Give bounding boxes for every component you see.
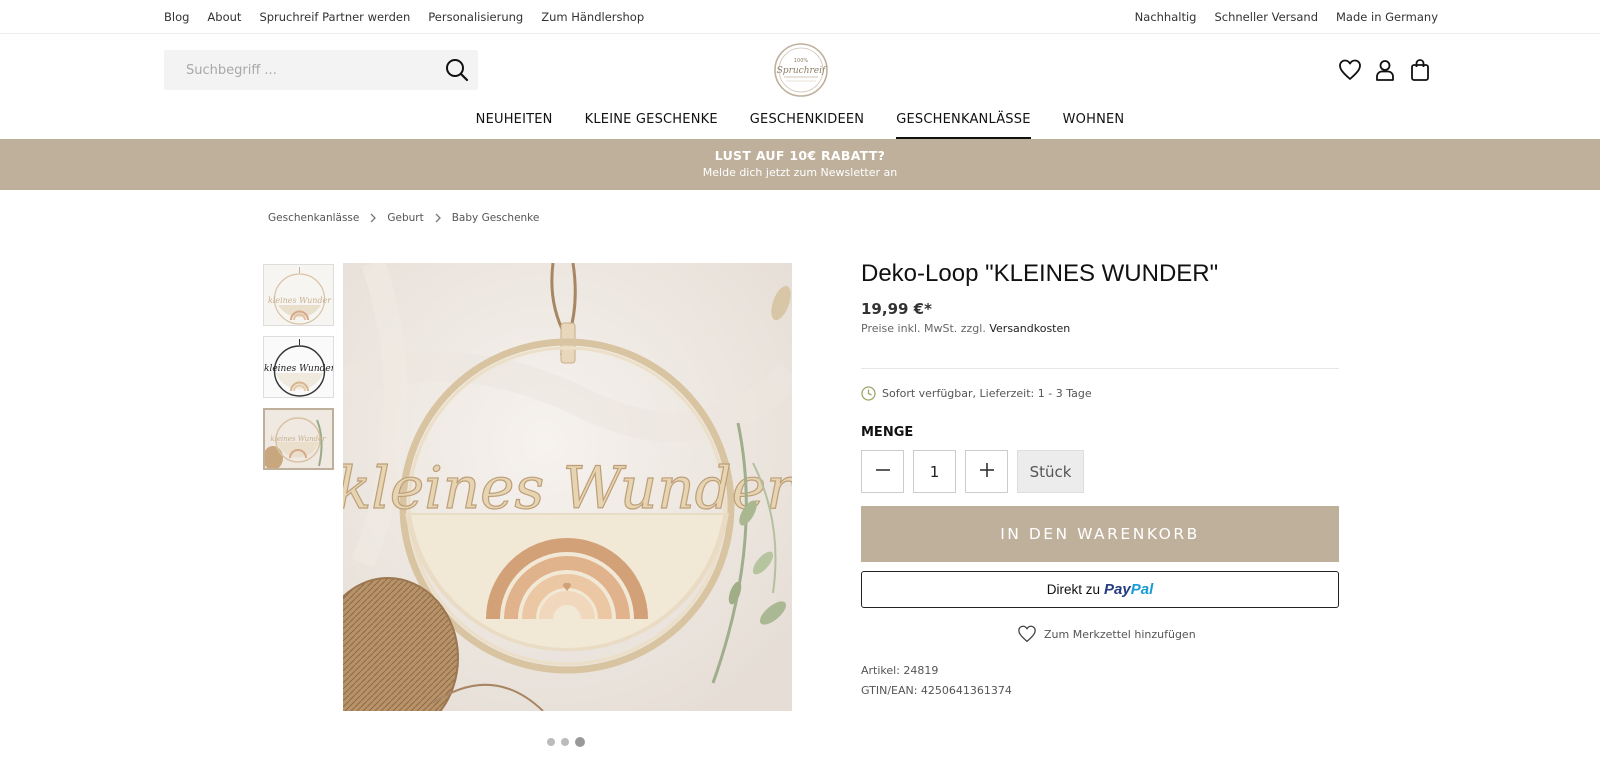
top-link-partner[interactable]: Spruchreif Partner werden [259,10,410,24]
quantity-increase-button[interactable] [965,450,1008,493]
top-link-versand[interactable]: Schneller Versand [1214,10,1318,24]
tax-note-text: Preise inkl. MwSt. zzgl. [861,322,986,335]
clock-icon [861,386,876,401]
top-links-right: Nachhaltig Schneller Versand Made in Ger… [1135,10,1438,24]
paypal-logo: PayPal [1104,581,1153,598]
top-link-blog[interactable]: Blog [164,10,189,24]
svg-text:kleines Wunder: kleines Wunder [268,296,332,305]
product-image-text: kleines Wunder [343,454,792,522]
nav-item-geschenkanlaesse[interactable]: GESCHENKANLÄSSE [896,112,1031,139]
logo-text-main: Spruchreif [777,66,827,76]
top-link-personalisierung[interactable]: Personalisierung [428,10,523,24]
newsletter-banner[interactable]: LUST AUF 10€ RABATT? Melde dich jetzt zu… [0,139,1600,190]
availability: Sofort verfügbar, Lieferzeit: 1 - 3 Tage [861,386,1092,401]
nav-item-kleine-geschenke[interactable]: KLEINE GESCHENKE [585,112,718,139]
top-link-haendlershop[interactable]: Zum Händlershop [541,10,644,24]
paypal-logo-pay: Pay [1104,581,1131,598]
gallery-dot-3[interactable] [575,737,585,747]
gtin-number: GTIN/EAN: 4250641361374 [861,684,1012,697]
gallery-thumbnail-3[interactable]: kleines Wunder [263,408,334,470]
header-icons [1338,58,1432,82]
gallery-dot-2[interactable] [561,738,569,746]
paypal-checkout-button[interactable]: Direkt zu PayPal [861,571,1339,608]
chevron-right-icon [434,213,442,223]
paypal-prefix: Direkt zu [1046,582,1101,597]
add-to-wishlist-link[interactable]: Zum Merkzettel hinzufügen [1017,625,1196,643]
availability-text: Sofort verfügbar, Lieferzeit: 1 - 3 Tage [882,387,1092,400]
minus-icon [875,462,891,482]
gallery-thumbnail-1[interactable]: kleines Wunder [263,264,334,326]
nav-item-geschenkideen[interactable]: GESCHENKIDEEN [750,112,864,139]
breadcrumb: Geschenkanlässe Geburt Baby Geschenke [268,212,539,224]
product-main-image[interactable]: kleines Wunder [343,263,792,711]
gallery-dot-1[interactable] [547,738,555,746]
nav-item-neuheiten[interactable]: NEUHEITEN [476,112,553,139]
main-navigation: NEUHEITEN KLEINE GESCHENKE GESCHENKIDEEN… [0,112,1600,140]
user-icon[interactable] [1373,58,1397,82]
quantity-unit: Stück [1017,450,1084,493]
quantity-label: MENGE [861,425,914,440]
svg-text:kleines Wunder: kleines Wunder [264,364,334,374]
product-price: 19,99 €* [861,300,932,318]
logo-text-top: 100% [794,58,809,64]
quantity-input[interactable] [913,450,956,493]
gallery-thumbnail-2[interactable]: kleines Wunder [263,336,334,398]
tax-note: Preise inkl. MwSt. zzgl. Versandkosten [861,322,1070,335]
plus-icon [979,462,995,482]
breadcrumb-item-baby-geschenke[interactable]: Baby Geschenke [452,212,540,224]
shipping-cost-link[interactable]: Versandkosten [989,322,1070,335]
search-input[interactable] [164,50,434,90]
top-link-made-in-germany[interactable]: Made in Germany [1336,10,1438,24]
site-logo[interactable]: 100% Spruchreif [772,42,830,98]
top-utility-bar: Blog About Spruchreif Partner werden Per… [0,0,1600,34]
breadcrumb-item-geschenkanlaesse[interactable]: Geschenkanlässe [268,212,359,224]
top-links-left: Blog About Spruchreif Partner werden Per… [164,10,644,24]
search-bar [164,50,478,90]
divider [861,368,1339,369]
search-icon[interactable] [444,57,470,83]
heart-icon [1017,625,1037,643]
top-link-nachhaltig[interactable]: Nachhaltig [1135,10,1197,24]
product-title: Deko-Loop "KLEINES WUNDER" [861,260,1219,287]
gallery-dots [547,737,585,747]
nav-item-wohnen[interactable]: WOHNEN [1063,112,1125,139]
wishlist-label: Zum Merkzettel hinzufügen [1044,627,1196,641]
chevron-right-icon [369,213,377,223]
banner-title: LUST AUF 10€ RABATT? [714,148,886,163]
breadcrumb-item-geburt[interactable]: Geburt [387,212,423,224]
paypal-logo-pal: Pal [1130,581,1154,598]
quantity-decrease-button[interactable] [861,450,904,493]
banner-subtitle: Melde dich jetzt zum Newsletter an [702,166,898,179]
article-number: Artikel: 24819 [861,664,939,677]
top-link-about[interactable]: About [207,10,241,24]
shopping-bag-icon[interactable] [1408,58,1432,82]
svg-text:kleines Wunder: kleines Wunder [270,435,326,443]
heart-icon[interactable] [1338,58,1362,82]
add-to-cart-button[interactable]: IN DEN WARENKORB [861,506,1339,562]
